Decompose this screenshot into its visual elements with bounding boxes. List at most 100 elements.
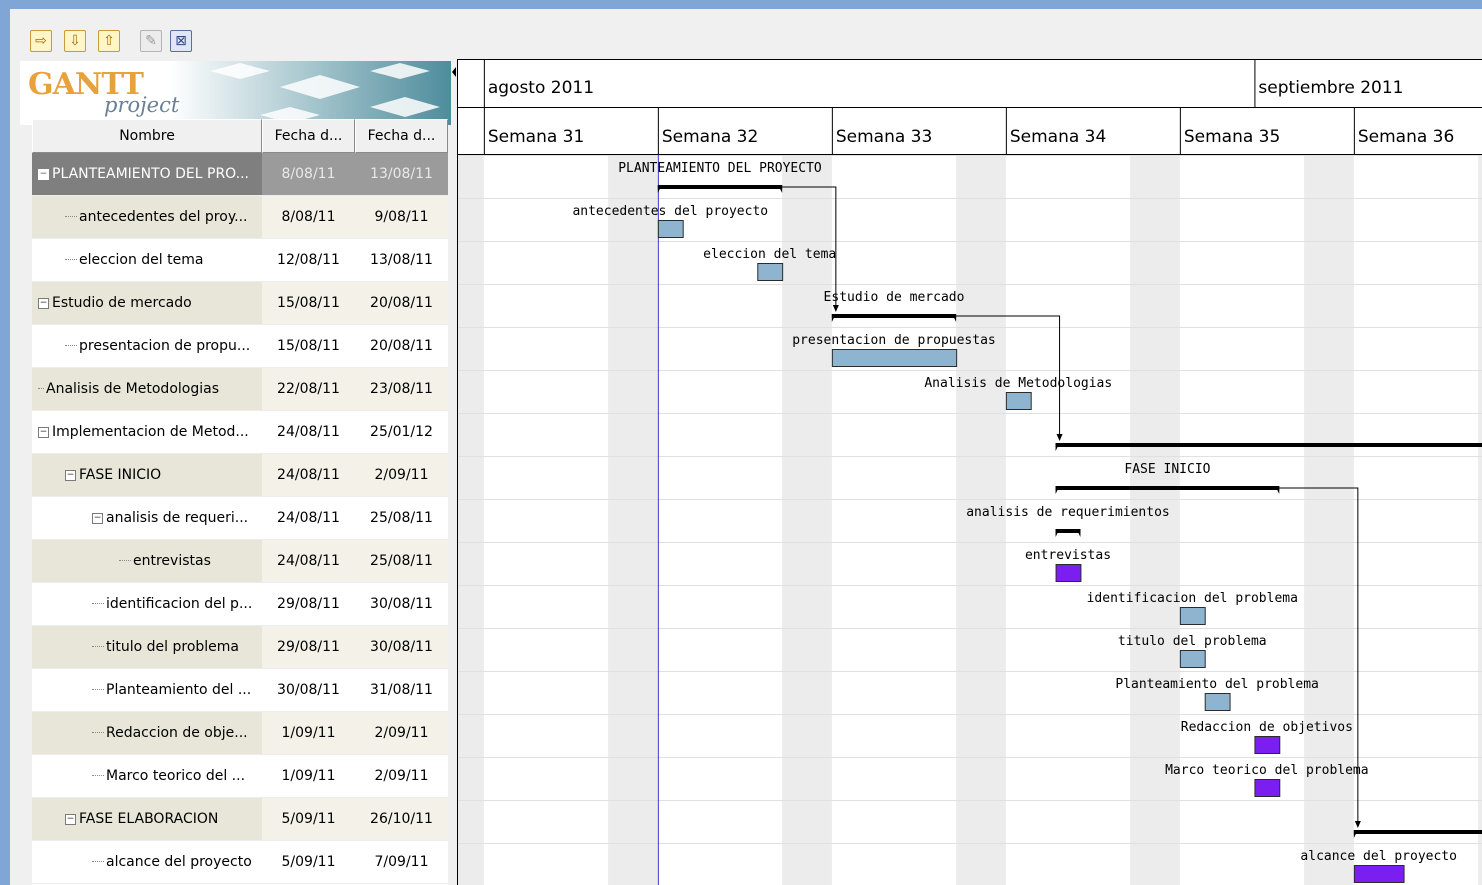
task-name-cell[interactable]: Redaccion de obje...: [32, 712, 262, 754]
task-start-date[interactable]: 5/09/11: [262, 798, 355, 840]
collapse-icon[interactable]: −: [65, 813, 76, 825]
task-row[interactable]: − PLANTEAMIENTO DEL PRO... 8/08/11 13/08/11: [32, 153, 448, 196]
task-start-date[interactable]: 29/08/11: [262, 626, 355, 668]
summary-bar[interactable]: [1055, 443, 1482, 447]
task-start-date[interactable]: 24/08/11: [262, 497, 355, 539]
task-row[interactable]: − analisis de requeri... 24/08/11 25/08/11: [32, 497, 448, 540]
column-header-end-date[interactable]: Fecha d...: [355, 119, 448, 153]
task-name-cell[interactable]: Planteamiento del ...: [32, 669, 262, 711]
task-row[interactable]: Analisis de Metodologias 22/08/11 23/08/11: [32, 368, 448, 411]
task-start-date[interactable]: 8/08/11: [262, 153, 355, 195]
task-start-date[interactable]: 24/08/11: [262, 454, 355, 496]
task-row[interactable]: presentacion de propu... 15/08/11 20/08/11: [32, 325, 448, 368]
indent-button[interactable]: ⇨: [30, 30, 52, 52]
gantt-chart-canvas[interactable]: agosto 2011 septiembre 2011 Semana 31 Seman…: [434, 59, 1482, 885]
task-start-date[interactable]: 1/09/11: [262, 712, 355, 754]
collapse-icon[interactable]: −: [38, 426, 49, 438]
column-header-name[interactable]: Nombre: [32, 119, 262, 153]
task-table[interactable]: Nombre Fecha d... Fecha d... − PLANTEAMIE…: [32, 119, 448, 885]
task-end-date[interactable]: 2/09/11: [355, 712, 448, 754]
task-row[interactable]: entrevistas 24/08/11 25/08/11: [32, 540, 448, 583]
summary-bar[interactable]: [831, 314, 957, 318]
task-end-date[interactable]: 25/01/12: [355, 411, 448, 453]
task-start-date[interactable]: 24/08/11: [262, 540, 355, 582]
task-end-date[interactable]: 30/08/11: [355, 626, 448, 668]
task-end-date[interactable]: 20/08/11: [355, 282, 448, 324]
task-bar[interactable]: [1254, 779, 1281, 797]
task-row[interactable]: Marco teorico del ... 1/09/11 2/09/11: [32, 755, 448, 798]
task-name-cell[interactable]: alcance del proyecto: [32, 841, 262, 883]
task-start-date[interactable]: 8/08/11: [262, 196, 355, 238]
task-row[interactable]: identificacion del p... 29/08/11 30/08/11: [32, 583, 448, 626]
task-row[interactable]: − FASE ELABORACION 5/09/11 26/10/11: [32, 798, 448, 841]
task-name-cell[interactable]: − Estudio de mercado: [32, 282, 262, 324]
task-end-date[interactable]: 9/08/11: [355, 196, 448, 238]
task-bar[interactable]: [1254, 736, 1281, 754]
task-row[interactable]: Planteamiento del ... 30/08/11 31/08/11: [32, 669, 448, 712]
task-name-cell[interactable]: − analisis de requeri...: [32, 497, 262, 539]
task-start-date[interactable]: 5/09/11: [262, 841, 355, 883]
task-row[interactable]: − Estudio de mercado 15/08/11 20/08/11: [32, 282, 448, 325]
task-bar[interactable]: [831, 349, 958, 367]
unlink-button[interactable]: ⊠: [170, 30, 192, 52]
task-name-cell[interactable]: titulo del problema: [32, 626, 262, 668]
task-bar[interactable]: [1179, 650, 1206, 668]
summary-bar[interactable]: [1055, 529, 1081, 533]
task-name-cell[interactable]: eleccion del tema: [32, 239, 262, 281]
summary-bar[interactable]: [1055, 486, 1280, 490]
collapse-icon[interactable]: −: [92, 512, 103, 524]
task-end-date[interactable]: 13/08/11: [355, 239, 448, 281]
task-end-date[interactable]: 13/08/11: [355, 153, 448, 195]
task-start-date[interactable]: 15/08/11: [262, 282, 355, 324]
task-start-date[interactable]: 12/08/11: [262, 239, 355, 281]
task-bar[interactable]: [1055, 564, 1082, 582]
task-start-date[interactable]: 24/08/11: [262, 411, 355, 453]
task-start-date[interactable]: 1/09/11: [262, 755, 355, 797]
task-start-date[interactable]: 30/08/11: [262, 669, 355, 711]
task-name-cell[interactable]: − PLANTEAMIENTO DEL PRO...: [32, 153, 262, 195]
task-end-date[interactable]: 2/09/11: [355, 454, 448, 496]
task-end-date[interactable]: 25/08/11: [355, 540, 448, 582]
task-name-cell[interactable]: Marco teorico del ...: [32, 755, 262, 797]
summary-bar[interactable]: [657, 185, 783, 189]
task-end-date[interactable]: 25/08/11: [355, 497, 448, 539]
task-row[interactable]: − FASE INICIO 24/08/11 2/09/11: [32, 454, 448, 497]
task-name-cell[interactable]: − Implementacion de Metod...: [32, 411, 262, 453]
task-name-cell[interactable]: identificacion del p...: [32, 583, 262, 625]
collapse-icon[interactable]: −: [38, 168, 49, 180]
task-end-date[interactable]: 20/08/11: [355, 325, 448, 367]
task-bar[interactable]: [1005, 392, 1032, 410]
task-row[interactable]: antecedentes del proy... 8/08/11 9/08/11: [32, 196, 448, 239]
collapse-icon[interactable]: −: [38, 297, 49, 309]
move-up-button[interactable]: ⇧: [98, 30, 120, 52]
task-end-date[interactable]: 23/08/11: [355, 368, 448, 410]
task-start-date[interactable]: 15/08/11: [262, 325, 355, 367]
move-down-button[interactable]: ⇩: [64, 30, 86, 52]
gantt-chart[interactable]: agosto 2011 septiembre 2011 Semana 31 Seman…: [434, 59, 1482, 885]
task-row[interactable]: − Implementacion de Metod... 24/08/11 25/01…: [32, 411, 448, 454]
task-name-cell[interactable]: entrevistas: [32, 540, 262, 582]
task-row[interactable]: Redaccion de obje... 1/09/11 2/09/11: [32, 712, 448, 755]
task-end-date[interactable]: 31/08/11: [355, 669, 448, 711]
column-header-start-date[interactable]: Fecha d...: [262, 119, 355, 153]
task-end-date[interactable]: 2/09/11: [355, 755, 448, 797]
task-end-date[interactable]: 7/09/11: [355, 841, 448, 883]
link-button[interactable]: ✎: [140, 30, 162, 52]
task-name-cell[interactable]: Analisis de Metodologias: [32, 368, 262, 410]
task-name-cell[interactable]: − FASE ELABORACION: [32, 798, 262, 840]
task-bar[interactable]: [657, 220, 684, 238]
task-start-date[interactable]: 29/08/11: [262, 583, 355, 625]
task-row[interactable]: alcance del proyecto 5/09/11 7/09/11: [32, 841, 448, 884]
task-row[interactable]: eleccion del tema 12/08/11 13/08/11: [32, 239, 448, 282]
summary-bar[interactable]: [1353, 830, 1482, 834]
collapse-icon[interactable]: −: [65, 469, 76, 481]
task-name-cell[interactable]: antecedentes del proy...: [32, 196, 262, 238]
task-end-date[interactable]: 30/08/11: [355, 583, 448, 625]
task-end-date[interactable]: 26/10/11: [355, 798, 448, 840]
task-bar[interactable]: [1353, 865, 1405, 883]
task-start-date[interactable]: 22/08/11: [262, 368, 355, 410]
task-bar[interactable]: [1179, 607, 1206, 625]
task-name-cell[interactable]: − FASE INICIO: [32, 454, 262, 496]
task-name-cell[interactable]: presentacion de propu...: [32, 325, 262, 367]
task-row[interactable]: titulo del problema 29/08/11 30/08/11: [32, 626, 448, 669]
